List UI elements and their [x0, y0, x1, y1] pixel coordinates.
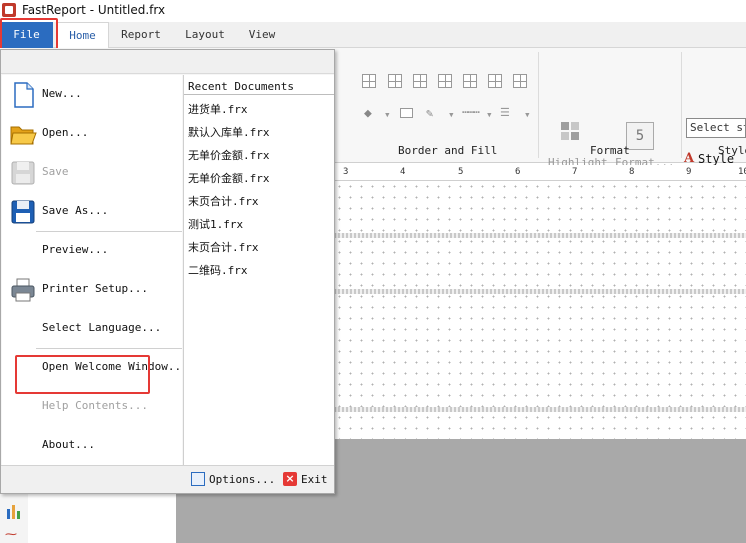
line-style-dropdown-icon[interactable]: ▾	[486, 108, 493, 121]
ruler-number: 3	[343, 167, 349, 177]
menu-item-new[interactable]: New...	[2, 75, 182, 114]
group-label-style: Style	[718, 144, 746, 157]
menu-item-open[interactable]: Open...	[2, 114, 182, 153]
line-style-icon[interactable]: ┅┅┅	[462, 106, 480, 119]
menu-item-label: About...	[42, 438, 95, 451]
recent-document-item[interactable]: 二维码.frx	[188, 262, 248, 278]
style-select-dropdown[interactable]: Select sty	[686, 118, 746, 138]
options-icon	[191, 472, 205, 486]
recent-document-item[interactable]: 进货单.frx	[188, 101, 248, 117]
border-all-icon[interactable]	[362, 74, 376, 88]
format-icon[interactable]: 5	[626, 122, 654, 150]
fill-color-dropdown-icon[interactable]: ▾	[384, 108, 391, 121]
menu-item-printer-setup[interactable]: Printer Setup...	[2, 270, 182, 309]
recent-header-divider	[184, 94, 334, 95]
recent-document-item[interactable]: 末页合计.frx	[188, 239, 259, 255]
recent-document-item[interactable]: 默认入库单.frx	[188, 124, 270, 140]
ruler-number: 5	[458, 167, 464, 177]
ruler-ticks	[334, 172, 746, 174]
menu-item-label: Select Language...	[42, 321, 162, 334]
border-left-icon[interactable]	[463, 74, 477, 88]
tab-layout[interactable]: Layout	[180, 22, 230, 48]
chart-object-icon[interactable]	[5, 503, 21, 519]
group-label-format: Format	[590, 144, 630, 157]
shadow-icon[interactable]	[400, 108, 413, 118]
menu-item-save[interactable]: Save	[2, 153, 182, 192]
tab-view[interactable]: View	[242, 22, 282, 48]
recent-documents-header: Recent Documents	[188, 80, 294, 93]
menu-item-preview[interactable]: Preview...	[2, 231, 182, 270]
styles-icon[interactable]: A	[684, 151, 694, 166]
file-menu: New... Open... Save Save As... Preview..…	[0, 49, 335, 494]
tab-home[interactable]: Home	[56, 22, 109, 49]
printer-icon	[11, 278, 35, 302]
menu-item-label: Save As...	[42, 204, 109, 217]
menu-item-about[interactable]: About...	[2, 426, 182, 465]
open-folder-icon	[10, 126, 37, 145]
recent-documents-panel: Recent Documents 进货单.frx 默认入库单.frx 无单价金额…	[183, 75, 334, 465]
ruler-number: 9	[686, 167, 692, 177]
save-disk-icon	[11, 161, 35, 185]
ruler-number: 8	[629, 167, 635, 177]
ribbon-tab-bar: File Home Report Layout View	[0, 22, 746, 49]
ribbon-separator	[538, 52, 539, 158]
ruler-number: 10	[738, 167, 746, 177]
window-title: FastReport - Untitled.frx	[22, 3, 166, 17]
menu-item-label: Preview...	[42, 243, 109, 256]
menu-item-select-language[interactable]: Select Language...	[2, 309, 182, 348]
border-inner-icon[interactable]	[388, 74, 402, 88]
recent-document-item[interactable]: 测试1.frx	[188, 216, 243, 232]
recent-document-item[interactable]: 无单价金额.frx	[188, 170, 270, 186]
ruler-number: 7	[572, 167, 578, 177]
file-menu-commands: New... Open... Save Save As... Preview..…	[2, 75, 188, 465]
exit-icon: ×	[283, 472, 297, 486]
fill-color-icon[interactable]: ◆	[364, 106, 378, 121]
highlight-icon[interactable]	[561, 122, 589, 150]
border-right-icon[interactable]	[488, 74, 502, 88]
title-bar: FastReport - Untitled.frx	[0, 0, 746, 22]
band-separator[interactable]	[334, 289, 746, 294]
line-width-icon[interactable]: ☰	[500, 106, 510, 119]
border-top-icon[interactable]	[413, 74, 427, 88]
border-bottom-icon[interactable]	[438, 74, 452, 88]
menu-item-label: Help Contents...	[42, 399, 148, 412]
menu-item-save-as[interactable]: Save As...	[2, 192, 182, 231]
line-width-dropdown-icon[interactable]: ▾	[524, 108, 531, 121]
menu-item-label: Save	[42, 165, 69, 178]
band-separator[interactable]	[334, 407, 746, 412]
tab-report[interactable]: Report	[114, 22, 168, 48]
fastreport-app-icon	[2, 3, 16, 17]
exit-button-label: Exit	[301, 473, 328, 486]
select-language-highlight-box	[15, 355, 150, 394]
group-label-border-and-fill: Border and Fill	[398, 144, 498, 157]
recent-document-item[interactable]: 无单价金额.frx	[188, 147, 270, 163]
menu-item-label: Printer Setup...	[42, 282, 148, 295]
report-page[interactable]	[334, 181, 746, 439]
menu-item-label: New...	[42, 87, 82, 100]
menu-item-label: Open...	[42, 126, 89, 139]
options-button-label: Options...	[209, 473, 276, 486]
file-menu-footer: Options... × Exit	[1, 465, 334, 493]
border-none-icon[interactable]	[513, 74, 527, 88]
ruler-number: 4	[400, 167, 406, 177]
ruler-number: 6	[515, 167, 521, 177]
new-document-icon	[14, 82, 34, 108]
horizontal-ruler: 3 4 5 6 7 8 9 10	[334, 165, 746, 181]
ribbon-separator	[681, 52, 682, 158]
save-as-disk-icon	[11, 200, 35, 224]
file-menu-top-strip	[1, 50, 334, 74]
line-color-icon[interactable]: ✎	[426, 106, 440, 120]
band-separator[interactable]	[334, 233, 746, 238]
line-color-dropdown-icon[interactable]: ▾	[448, 108, 455, 121]
recent-document-item[interactable]: 末页合计.frx	[188, 193, 259, 209]
sparkline-object-icon[interactable]: ⁓	[5, 527, 21, 543]
